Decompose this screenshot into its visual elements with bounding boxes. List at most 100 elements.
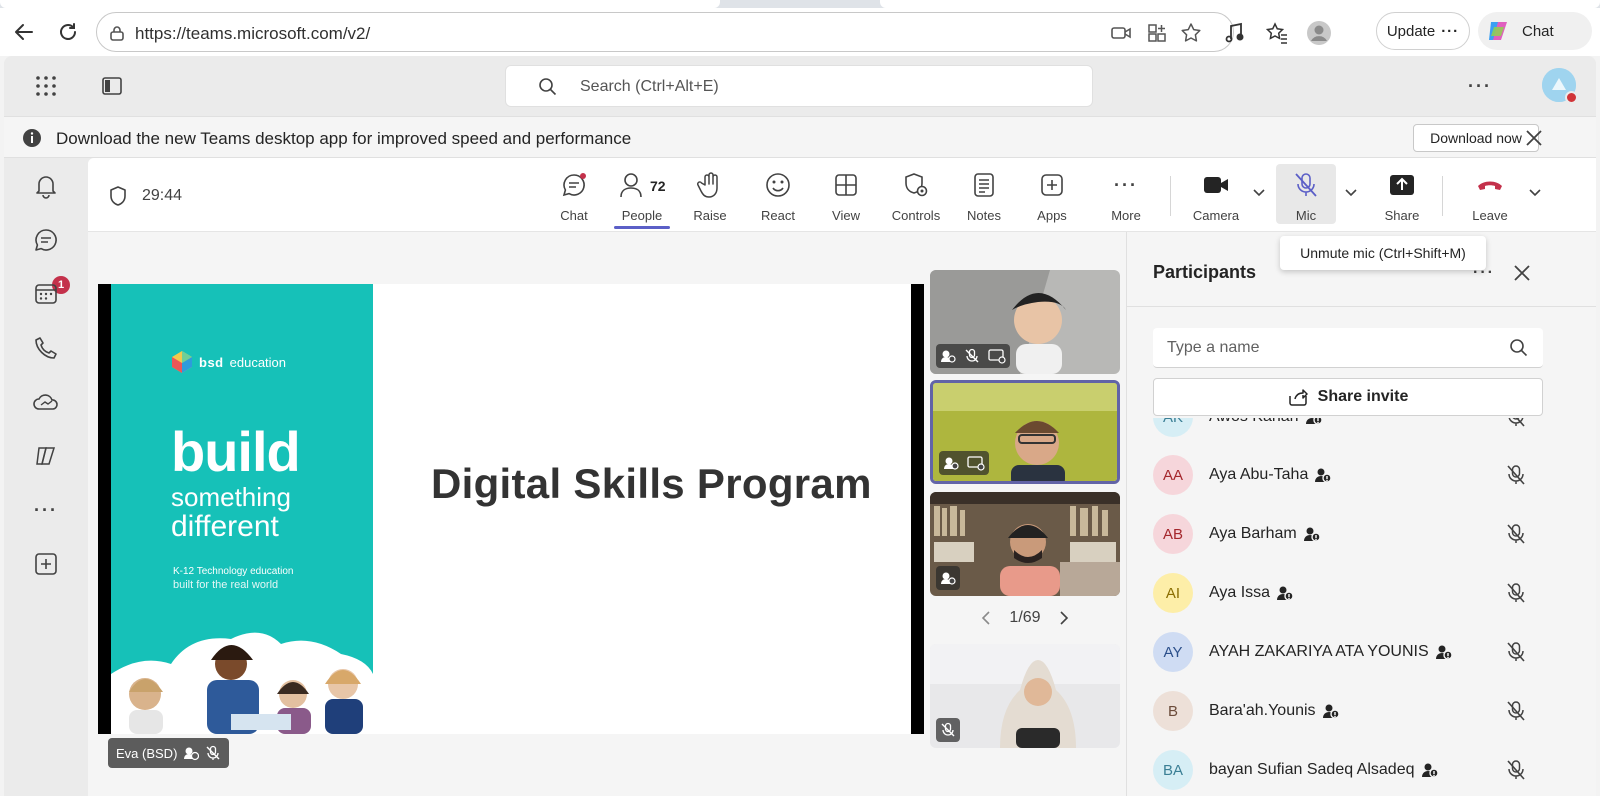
slide-headline-different: different bbox=[171, 510, 279, 543]
participant-row[interactable]: AA Aya Abu-Taha bbox=[1153, 446, 1573, 504]
react-button[interactable]: React bbox=[746, 168, 810, 224]
mic-muted-icon[interactable] bbox=[1505, 582, 1527, 604]
lock-icon[interactable] bbox=[105, 21, 129, 45]
mic-muted-icon[interactable] bbox=[1505, 700, 1527, 722]
meeting-area: 29:44 Chat 72 People Raise React View Co… bbox=[88, 158, 1596, 796]
onedrive-cloud-icon[interactable] bbox=[30, 386, 62, 418]
browser-tab[interactable] bbox=[0, 0, 720, 8]
media-control-icon[interactable] bbox=[1222, 20, 1248, 46]
profile-icon[interactable] bbox=[1306, 20, 1332, 46]
more-apps-icon[interactable]: ··· bbox=[30, 494, 62, 526]
browser-tab[interactable] bbox=[880, 0, 1600, 8]
mic-button[interactable]: Mic bbox=[1274, 168, 1338, 224]
add-app-icon[interactable] bbox=[30, 548, 62, 580]
chat-rail-icon[interactable] bbox=[30, 224, 62, 256]
students-photo bbox=[111, 632, 373, 734]
share-button[interactable]: Share bbox=[1370, 168, 1434, 224]
chat-toolbar-button[interactable]: Chat bbox=[542, 168, 606, 224]
leave-button[interactable]: Leave bbox=[1458, 168, 1522, 224]
pane-divider bbox=[1127, 306, 1596, 307]
mic-options-chevron-icon[interactable] bbox=[1344, 188, 1358, 198]
shared-screen-stage[interactable]: bsd education build something different … bbox=[98, 284, 924, 734]
mic-muted-icon[interactable] bbox=[1505, 418, 1527, 428]
camera-options-chevron-icon[interactable] bbox=[1252, 188, 1266, 198]
share-invite-button[interactable]: Share invite bbox=[1153, 378, 1543, 416]
toolbar-divider bbox=[1170, 176, 1171, 216]
participant-video-tile[interactable] bbox=[930, 644, 1120, 748]
favorite-star-icon[interactable] bbox=[1179, 21, 1203, 45]
participant-row[interactable]: B Bara'ah.Younis bbox=[1153, 682, 1573, 740]
notes-icon bbox=[969, 170, 999, 200]
address-bar[interactable]: https://teams.microsoft.com/v2/ bbox=[96, 12, 1234, 52]
close-banner-icon[interactable] bbox=[1524, 128, 1544, 148]
share-screen-icon bbox=[1387, 170, 1417, 200]
calls-phone-icon[interactable] bbox=[30, 332, 62, 364]
participant-name: bayan Sufian Sadeq Alsadeq bbox=[1209, 761, 1415, 778]
calendar-icon[interactable] bbox=[30, 278, 62, 310]
participant-row[interactable]: AB Aya Barham bbox=[1153, 505, 1573, 563]
copilot-rail-icon[interactable] bbox=[30, 440, 62, 472]
controls-label: Controls bbox=[891, 208, 941, 223]
shield-icon[interactable] bbox=[108, 185, 128, 207]
participant-row[interactable]: BA bayan Sufian Sadeq Alsadeq bbox=[1153, 741, 1573, 796]
favorites-icon[interactable] bbox=[1264, 20, 1290, 46]
close-pane-icon[interactable] bbox=[1513, 264, 1531, 282]
update-label: Update bbox=[1386, 22, 1436, 40]
slide-title: Digital Skills Program bbox=[431, 460, 872, 507]
chevron-left-icon[interactable] bbox=[980, 610, 992, 626]
more-button[interactable]: ··· More bbox=[1094, 168, 1158, 224]
controls-button[interactable]: Controls bbox=[884, 168, 948, 224]
slide-headline-build: build bbox=[171, 420, 301, 483]
chat-bubble-icon bbox=[559, 170, 589, 200]
chat-label: Chat bbox=[560, 208, 588, 223]
notes-button[interactable]: Notes bbox=[952, 168, 1016, 224]
chevron-right-icon[interactable] bbox=[1058, 610, 1070, 626]
back-button[interactable] bbox=[8, 16, 40, 48]
raise-hand-button[interactable]: Raise bbox=[678, 168, 742, 224]
participant-video-tile[interactable] bbox=[930, 270, 1120, 374]
camera-button[interactable]: Camera bbox=[1184, 168, 1248, 224]
teams-title-bar: Search (Ctrl+Alt+E) ··· bbox=[4, 56, 1596, 116]
app-install-icon[interactable] bbox=[1145, 21, 1169, 45]
copilot-chat-button[interactable]: Chat bbox=[1478, 12, 1592, 50]
slide-headline-something: something bbox=[171, 482, 291, 512]
bsd-hexagon-icon bbox=[172, 351, 192, 373]
mic-muted-icon[interactable] bbox=[1505, 523, 1527, 545]
browser-tab-strip bbox=[0, 0, 1600, 8]
meeting-timer: 29:44 bbox=[142, 187, 183, 204]
participant-video-tile-active[interactable] bbox=[930, 380, 1120, 484]
participant-video-tile[interactable] bbox=[930, 492, 1120, 596]
participant-avatar: BA bbox=[1153, 750, 1193, 790]
sidebar-toggle-icon[interactable] bbox=[100, 74, 124, 98]
smiley-icon bbox=[763, 170, 793, 200]
activity-bell-icon[interactable] bbox=[30, 170, 62, 202]
mic-muted-icon[interactable] bbox=[1505, 641, 1527, 663]
reload-button[interactable] bbox=[52, 16, 84, 48]
view-button[interactable]: View bbox=[814, 168, 878, 224]
teams-search-input[interactable]: Search (Ctrl+Alt+E) bbox=[505, 65, 1093, 107]
participant-search-input[interactable]: Type a name bbox=[1153, 328, 1543, 368]
screen-share-icon bbox=[967, 456, 985, 471]
hang-up-phone-icon bbox=[1475, 170, 1505, 200]
update-button[interactable]: Update ··· bbox=[1376, 12, 1470, 50]
mic-muted-icon[interactable] bbox=[1505, 464, 1527, 486]
mic-muted-icon[interactable] bbox=[1505, 759, 1527, 781]
user-avatar[interactable] bbox=[1542, 68, 1578, 104]
people-active-indicator bbox=[614, 226, 670, 229]
camera-permission-icon[interactable] bbox=[1109, 21, 1133, 45]
participant-row[interactable]: AY AYAH ZAKARIYA ATA YOUNIS bbox=[1153, 623, 1573, 681]
participants-pane: Participants ··· Type a name Share invit… bbox=[1126, 232, 1596, 796]
apps-label: Apps bbox=[1037, 208, 1067, 223]
video-pager: 1/69 bbox=[980, 606, 1070, 630]
settings-more-icon[interactable]: ··· bbox=[1468, 76, 1492, 97]
guest-badge-icon bbox=[1322, 704, 1340, 719]
leave-options-chevron-icon[interactable] bbox=[1528, 188, 1542, 198]
download-banner: Download the new Teams desktop app for i… bbox=[4, 116, 1596, 158]
apps-button[interactable]: Apps bbox=[1020, 168, 1084, 224]
people-toolbar-button[interactable]: 72 People bbox=[610, 168, 674, 224]
info-icon bbox=[22, 128, 42, 148]
app-launcher-icon[interactable] bbox=[34, 74, 58, 98]
participant-row[interactable]: AK Awos Kanan bbox=[1153, 418, 1573, 446]
participant-row[interactable]: AI Aya Issa bbox=[1153, 564, 1573, 622]
download-now-button[interactable]: Download now bbox=[1413, 124, 1539, 152]
